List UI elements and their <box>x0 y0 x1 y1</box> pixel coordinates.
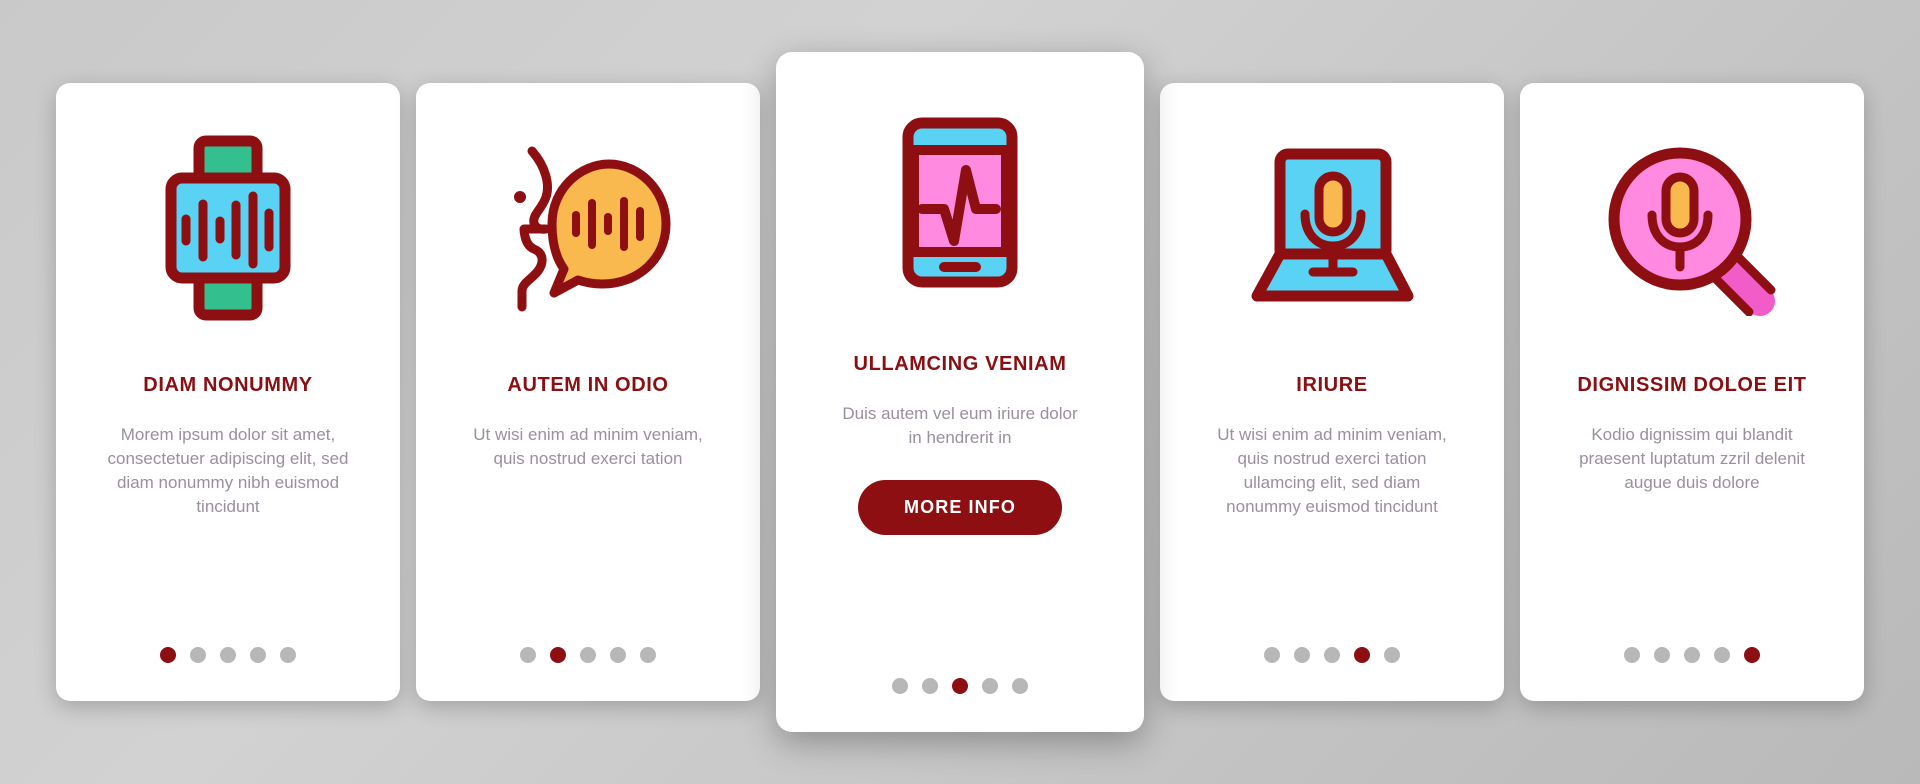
illustration-area-5 <box>1520 83 1864 373</box>
pagination-dot[interactable] <box>580 647 596 663</box>
onboarding-card-3-featured[interactable]: ULLAMCING VENIAM Duis autem vel eum iriu… <box>776 52 1144 732</box>
card-title: AUTEM IN ODIO <box>507 374 669 396</box>
illustration-area-3 <box>776 52 1144 352</box>
card-description: Morem ipsum dolor sit amet, consectetuer… <box>107 425 349 517</box>
pagination-dot[interactable] <box>190 647 206 663</box>
pagination-dot[interactable] <box>982 678 998 694</box>
card-title: ULLAMCING VENIAM <box>853 353 1067 375</box>
more-info-button[interactable]: MORE INFO <box>858 480 1062 536</box>
pagination-dot[interactable] <box>1684 647 1700 663</box>
pagination-dot[interactable] <box>250 647 266 663</box>
laptop-microphone-icon <box>1245 146 1420 311</box>
illustration-area-2 <box>416 83 760 373</box>
onboarding-screens-container: DIAM NONUMMY Morem ipsum dolor sit amet,… <box>0 0 1920 784</box>
card-title: DIGNISSIM DOLOE EIT <box>1577 374 1807 396</box>
pagination-dot[interactable] <box>1294 647 1310 663</box>
pagination-dot[interactable] <box>640 647 656 663</box>
pagination-dot[interactable] <box>280 647 296 663</box>
smartphone-pulse-icon <box>900 115 1020 290</box>
pagination-dot[interactable] <box>520 647 536 663</box>
pagination-dot[interactable] <box>160 647 176 663</box>
card-title: IRIURE <box>1296 374 1368 396</box>
illustration-area-4 <box>1160 83 1504 373</box>
pagination-dots[interactable] <box>56 647 400 663</box>
onboarding-card-5[interactable]: DIGNISSIM DOLOE EIT Kodio dignissim qui … <box>1520 83 1864 701</box>
onboarding-card-4[interactable]: IRIURE Ut wisi enim ad minim veniam, qui… <box>1160 83 1504 701</box>
pagination-dot[interactable] <box>1384 647 1400 663</box>
smartwatch-waveform-icon <box>143 133 313 323</box>
pagination-dot[interactable] <box>1654 647 1670 663</box>
pagination-dot[interactable] <box>1714 647 1730 663</box>
pagination-dots[interactable] <box>1520 647 1864 663</box>
magnifier-microphone-icon <box>1602 141 1782 316</box>
pagination-dot[interactable] <box>1624 647 1640 663</box>
card-description: Kodio dignissim qui blandit praesent lup… <box>1579 425 1805 493</box>
pagination-dot[interactable] <box>610 647 626 663</box>
card-description: Ut wisi enim ad minim veniam, quis nostr… <box>1217 425 1447 517</box>
pagination-dot[interactable] <box>1324 647 1340 663</box>
onboarding-card-2[interactable]: AUTEM IN ODIO Ut wisi enim ad minim veni… <box>416 83 760 701</box>
pagination-dot[interactable] <box>1012 678 1028 694</box>
illustration-area-1 <box>56 83 400 373</box>
pagination-dot[interactable] <box>952 678 968 694</box>
card-title: DIAM NONUMMY <box>143 374 313 396</box>
pagination-dot[interactable] <box>1744 647 1760 663</box>
card-description: Duis autem vel eum iriure dolor in hendr… <box>842 404 1078 448</box>
pagination-dots[interactable] <box>1160 647 1504 663</box>
card-description: Ut wisi enim ad minim veniam, quis nostr… <box>473 425 703 469</box>
pagination-dots[interactable] <box>416 647 760 663</box>
pagination-dot[interactable] <box>550 647 566 663</box>
onboarding-card-1[interactable]: DIAM NONUMMY Morem ipsum dolor sit amet,… <box>56 83 400 701</box>
pagination-dot[interactable] <box>1354 647 1370 663</box>
face-speech-bubble-waveform-icon <box>488 141 688 316</box>
pagination-dot[interactable] <box>892 678 908 694</box>
pagination-dots[interactable] <box>776 678 1144 694</box>
pagination-dot[interactable] <box>922 678 938 694</box>
pagination-dot[interactable] <box>220 647 236 663</box>
pagination-dot[interactable] <box>1264 647 1280 663</box>
